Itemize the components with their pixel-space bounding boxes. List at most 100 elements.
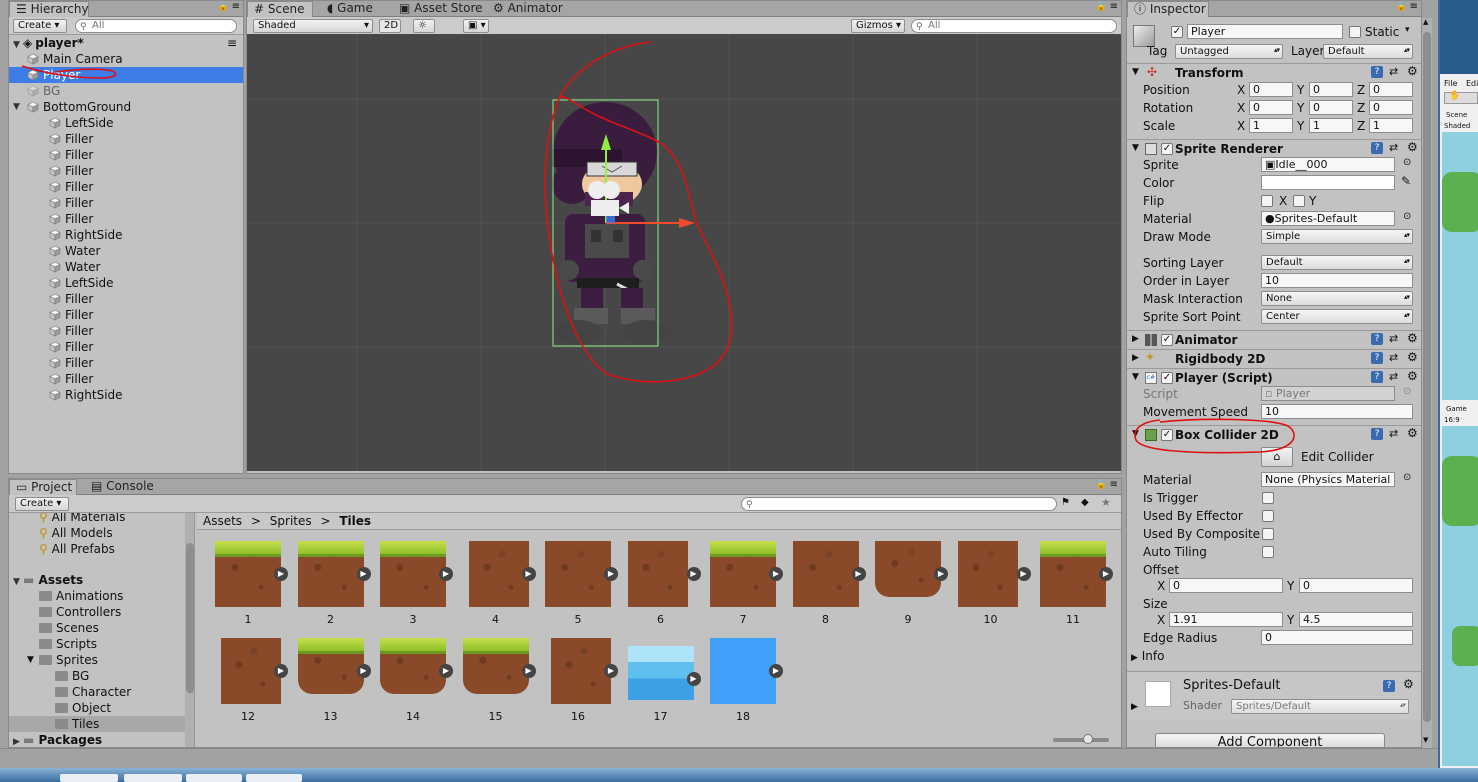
tab-animator[interactable]: ⚙ Animator bbox=[487, 1, 569, 17]
expand-sprite-icon[interactable]: ▶ bbox=[274, 567, 288, 581]
box-collider-enabled-checkbox[interactable]: ✓ bbox=[1161, 429, 1173, 441]
expand-sprite-icon[interactable]: ▶ bbox=[356, 567, 371, 581]
edge-radius-field[interactable]: 0 bbox=[1261, 630, 1413, 645]
taskbar-item[interactable] bbox=[124, 774, 182, 782]
shader-dropdown[interactable]: Sprites/Default bbox=[1231, 699, 1409, 714]
tile-thumbnail[interactable]: ▶ bbox=[1040, 541, 1113, 607]
is-trigger-checkbox[interactable] bbox=[1262, 492, 1274, 504]
menu-icon[interactable]: ≡ bbox=[1110, 479, 1118, 490]
menu-icon[interactable]: ≡ bbox=[1410, 1, 1418, 12]
color-field[interactable] bbox=[1261, 175, 1395, 190]
tab-scene[interactable]: # Scene bbox=[247, 1, 313, 17]
hierarchy-item[interactable]: Filler bbox=[9, 179, 243, 195]
menu-icon[interactable]: ≡ bbox=[227, 35, 237, 51]
scale-y-field[interactable]: 1 bbox=[1309, 118, 1353, 133]
lock-icon[interactable]: 🔒 bbox=[218, 2, 229, 12]
breadcrumb-sprites[interactable]: Sprites bbox=[270, 514, 312, 528]
hierarchy-item[interactable]: Filler bbox=[9, 211, 243, 227]
scene-canvas[interactable] bbox=[247, 34, 1121, 471]
expand-sprite-icon[interactable]: ▶ bbox=[769, 664, 783, 678]
sprite-renderer-enabled-checkbox[interactable]: ✓ bbox=[1161, 143, 1173, 155]
expand-sprite-icon[interactable]: ▶ bbox=[439, 567, 453, 581]
shading-mode-dropdown[interactable]: Shaded ▾ bbox=[253, 19, 373, 33]
tile-thumbnail[interactable]: ▶ bbox=[380, 638, 453, 704]
filter-type-icon[interactable]: ⚑ bbox=[1061, 497, 1070, 508]
tab-inspector[interactable]: ⓘ Inspector bbox=[1127, 1, 1209, 17]
scroll-up-icon[interactable]: ▲ bbox=[1423, 18, 1428, 26]
static-checkbox[interactable] bbox=[1349, 26, 1361, 38]
hierarchy-item[interactable]: RightSide bbox=[9, 387, 243, 403]
preset-icon[interactable]: ⇄ bbox=[1389, 427, 1398, 440]
hierarchy-item[interactable]: LeftSide bbox=[9, 115, 243, 131]
hand-icon[interactable]: ✋ bbox=[1449, 91, 1460, 101]
expand-sprite-icon[interactable]: ▶ bbox=[604, 664, 618, 678]
lock-icon[interactable]: 🔒 bbox=[1096, 2, 1107, 12]
expand-sprite-icon[interactable]: ▶ bbox=[604, 567, 618, 581]
tile-thumbnail[interactable]: ▶ bbox=[710, 541, 783, 607]
tile-thumbnail[interactable]: ▶ bbox=[627, 646, 701, 700]
expand-sprite-icon[interactable]: ▶ bbox=[686, 672, 701, 686]
expand-icon[interactable]: ▶ bbox=[1131, 702, 1138, 712]
hierarchy-item[interactable]: Water bbox=[9, 259, 243, 275]
rigidbody-2d-header[interactable]: ▶ ✦ Rigidbody 2D ? ⇄ ⚙ bbox=[1127, 349, 1421, 368]
create-button[interactable]: Create ▾ bbox=[13, 19, 67, 33]
2d-toggle[interactable]: 2D bbox=[379, 19, 401, 33]
expand-sprite-icon[interactable]: ▶ bbox=[439, 664, 453, 678]
side-scene-tab[interactable]: Scene bbox=[1446, 110, 1467, 120]
tab-game[interactable]: ◖ Game bbox=[321, 1, 379, 17]
hierarchy-search-input[interactable]: ⚲ All bbox=[75, 19, 237, 33]
breadcrumb-tiles[interactable]: Tiles bbox=[339, 514, 371, 528]
folder-item[interactable]: Character bbox=[9, 684, 185, 700]
project-create-button[interactable]: Create ▾ bbox=[15, 497, 69, 511]
scroll-down-icon[interactable]: ▼ bbox=[1423, 736, 1428, 744]
tile-thumbnail[interactable]: ▶ bbox=[792, 541, 866, 607]
menu-icon[interactable]: ≡ bbox=[232, 1, 240, 12]
favorite-star-icon[interactable]: ★ bbox=[1101, 496, 1111, 509]
animator-enabled-checkbox[interactable]: ✓ bbox=[1161, 334, 1173, 346]
breadcrumb-assets[interactable]: Assets bbox=[203, 514, 242, 528]
object-name-field[interactable]: Player bbox=[1187, 24, 1343, 39]
scene-search-input[interactable]: ⚲ All bbox=[911, 19, 1117, 33]
help-icon[interactable]: ? bbox=[1383, 680, 1395, 692]
animator-header[interactable]: ▶ ✓ Animator ? ⇄ ⚙ bbox=[1127, 330, 1421, 349]
hierarchy-item[interactable]: ▼ BottomGround bbox=[9, 99, 243, 115]
lighting-toggle[interactable]: ☼ bbox=[413, 19, 435, 33]
folder-item[interactable]: Object bbox=[9, 700, 185, 716]
expand-sprite-icon[interactable]: ▶ bbox=[356, 664, 371, 678]
expand-icon[interactable]: ▼ bbox=[1132, 429, 1139, 439]
draw-mode-dropdown[interactable]: Simple bbox=[1261, 229, 1413, 244]
expand-sprite-icon[interactable]: ▶ bbox=[1099, 567, 1113, 581]
taskbar-item[interactable] bbox=[60, 774, 118, 782]
active-checkbox[interactable]: ✓ bbox=[1171, 26, 1183, 38]
expand-icon[interactable]: ▶ bbox=[1132, 334, 1139, 344]
tile-thumbnail[interactable]: ▶ bbox=[215, 638, 288, 704]
folder-item[interactable]: Scripts bbox=[9, 636, 185, 652]
hierarchy-item[interactable]: Filler bbox=[9, 355, 243, 371]
position-y-field[interactable]: 0 bbox=[1309, 82, 1353, 97]
mask-interaction-dropdown[interactable]: None bbox=[1261, 291, 1413, 306]
flip-y-checkbox[interactable] bbox=[1293, 195, 1305, 207]
tile-thumbnail[interactable]: ▶ bbox=[463, 541, 536, 607]
scene-viewport[interactable] bbox=[247, 34, 1121, 471]
favorite-all-materials[interactable]: ⚲ All Materials bbox=[39, 513, 125, 525]
help-icon[interactable]: ? bbox=[1371, 333, 1383, 345]
transform-header[interactable]: ▼ ✣ Transform ? ⇄ ⚙ bbox=[1127, 63, 1421, 82]
object-picker-icon[interactable]: ⊙ bbox=[1403, 472, 1411, 483]
layer-dropdown[interactable]: Default bbox=[1323, 44, 1413, 59]
expand-sprite-icon[interactable]: ▶ bbox=[521, 567, 536, 581]
favorite-all-models[interactable]: ⚲ All Models bbox=[39, 525, 113, 541]
player-script-header[interactable]: ▼ c# ✓ Player (Script) ? ⇄ ⚙ bbox=[1127, 368, 1421, 387]
background-window[interactable]: File Edit ✋ Scene Shaded Game 16:9 bbox=[1438, 0, 1478, 782]
folder-packages[interactable]: ▶ ▬ Packages bbox=[13, 732, 102, 747]
preset-icon[interactable]: ⇄ bbox=[1389, 351, 1398, 364]
folder-item[interactable]: BG bbox=[9, 668, 185, 684]
help-icon[interactable]: ? bbox=[1371, 352, 1383, 364]
box-collider-2d-header[interactable]: ▼ ✓ Box Collider 2D ? ⇄ ⚙ bbox=[1127, 425, 1421, 444]
hierarchy-item[interactable]: Filler bbox=[9, 147, 243, 163]
tag-dropdown[interactable]: Untagged bbox=[1175, 44, 1283, 59]
settings-gear-icon[interactable]: ⚙ bbox=[1407, 426, 1418, 440]
expand-sprite-icon[interactable]: ▶ bbox=[521, 664, 536, 678]
hierarchy-item[interactable]: RightSide bbox=[9, 227, 243, 243]
hierarchy-item[interactable]: Main Camera bbox=[9, 51, 243, 67]
tile-thumbnail[interactable]: ▶ bbox=[297, 638, 371, 704]
